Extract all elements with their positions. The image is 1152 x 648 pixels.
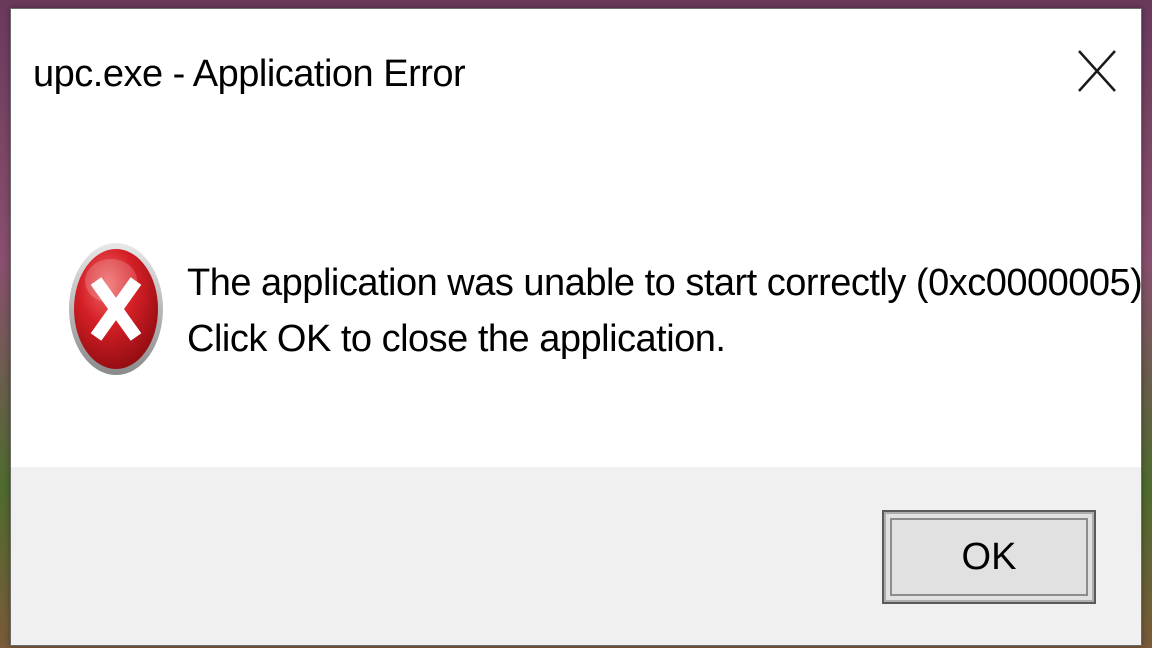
message-line: The application was unable to start corr… [187,262,1142,304]
close-icon [1078,50,1116,92]
dialog-title: upc.exe - Application Error [33,53,466,95]
error-dialog: upc.exe - Application Error The applicat… [10,8,1142,646]
close-button[interactable] [1071,45,1123,97]
dialog-content: The application was unable to start corr… [11,139,1141,467]
message-line: Click OK to close the application. [187,318,726,360]
ok-label: OK [961,535,1017,578]
error-message: The application was unable to start corr… [187,255,1142,367]
error-icon [67,241,165,377]
title-bar[interactable]: upc.exe - Application Error [11,9,1141,139]
dialog-footer: OK [11,467,1141,645]
ok-button[interactable]: OK [882,510,1096,604]
